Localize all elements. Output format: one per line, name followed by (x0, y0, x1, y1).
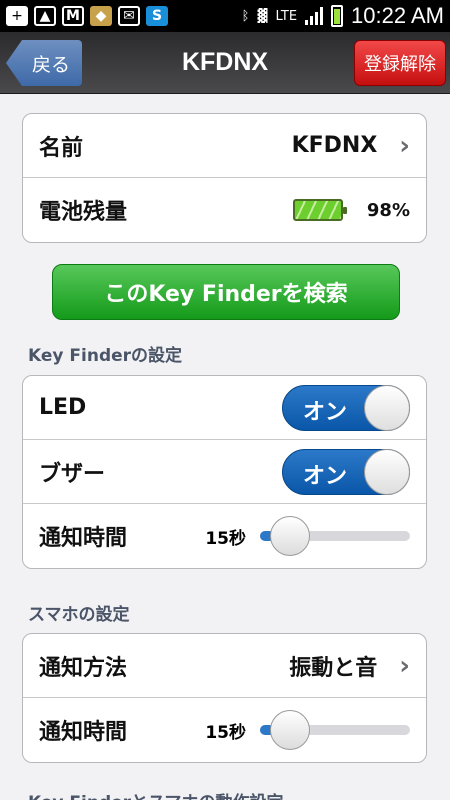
led-toggle-label: オン (303, 399, 348, 425)
phone-notify-time-row: 通知時間 15秒 (23, 698, 426, 762)
keyfinder-settings-group: LED オン ブザー オン 通知時間 15秒 (22, 375, 427, 569)
keyfinder-notify-time-slider[interactable] (260, 516, 410, 556)
behavior-settings-title: Key Finderとスマホの動作設定 (28, 788, 284, 800)
battery-icon (331, 5, 344, 27)
toggle-knob (364, 384, 410, 431)
notify-method-row[interactable]: 通知方法 振動と音 › (23, 634, 426, 698)
notify-time-label: 通知時間 (39, 526, 128, 551)
phone-settings-group: 通知方法 振動と音 › 通知時間 15秒 (22, 633, 427, 763)
toggle-knob (364, 448, 410, 495)
notify-time-value: 15秒 (205, 528, 246, 549)
keyfinder-settings-title: Key Finderの設定 (28, 346, 183, 366)
led-toggle[interactable]: オン (282, 384, 410, 431)
buzzer-row: ブザー オン (23, 440, 426, 504)
signal-icon (305, 7, 324, 25)
slider-thumb[interactable] (270, 710, 310, 750)
notify-method-value: 振動と音 (289, 655, 378, 681)
chevron-right-icon: › (399, 650, 410, 681)
skype-icon: S (146, 6, 168, 26)
notify-time-value: 15秒 (205, 722, 246, 743)
mail-icon: ✉ (118, 6, 140, 26)
plus-icon: + (6, 6, 28, 26)
buzzer-label: ブザー (39, 461, 106, 487)
buzzer-toggle[interactable]: オン (282, 448, 410, 495)
led-label: LED (39, 395, 87, 420)
led-row: LED オン (23, 376, 426, 440)
navigation-bar: 戻る KFDNX 登録解除 (0, 32, 450, 94)
app-icon: ◆ (90, 6, 112, 26)
bluetooth-icon: ᛒ (241, 8, 250, 24)
clock: 10:22 AM (351, 3, 444, 28)
buzzer-toggle-label: オン (303, 463, 348, 489)
notify-method-label: 通知方法 (39, 655, 128, 681)
gmail-icon: M (62, 6, 84, 26)
image-icon: ▲ (34, 6, 56, 26)
battery-percentage: 98% (366, 199, 410, 221)
device-info-group: 名前 KFDNX › 電池残量 98% (22, 113, 427, 243)
phone-settings-title: スマホの設定 (28, 605, 130, 625)
keyfinder-notify-time-row: 通知時間 15秒 (23, 504, 426, 568)
battery-label: 電池残量 (39, 200, 128, 225)
status-bar: + ▲ M ◆ ✉ S ᛒ ▓ LTE 10:22 AM (0, 0, 450, 32)
unregister-button[interactable]: 登録解除 (354, 40, 446, 86)
search-keyfinder-button[interactable]: このKey Finderを検索 (52, 264, 400, 320)
name-value: KFDNX (291, 133, 378, 158)
vibrate-icon: ▓ (257, 8, 268, 24)
notify-time-label: 通知時間 (39, 720, 128, 745)
network-type: LTE (275, 8, 298, 24)
slider-thumb[interactable] (270, 516, 310, 556)
chevron-right-icon: › (399, 130, 410, 161)
phone-notify-time-slider[interactable] (260, 710, 410, 750)
name-label: 名前 (39, 135, 84, 161)
battery-row: 電池残量 98% (23, 178, 426, 242)
notification-icons: + ▲ M ◆ ✉ S (6, 6, 168, 26)
name-row[interactable]: 名前 KFDNX › (23, 114, 426, 178)
battery-level-icon (292, 199, 347, 221)
